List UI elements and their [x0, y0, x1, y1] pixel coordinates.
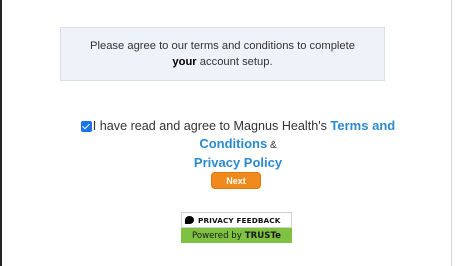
left-border — [0, 0, 2, 266]
powered-by-truste-bar: Powered by TRUSTe — [181, 228, 292, 243]
truste-brand: TRUSTe — [244, 230, 281, 241]
notice-emphasis: your — [172, 56, 197, 68]
privacy-feedback-bar: PRIVACY FEEDBACK — [181, 212, 292, 228]
privacy-policy-link[interactable]: Privacy Policy — [194, 155, 282, 170]
link-separator: & — [267, 140, 277, 151]
powered-by-label: Powered by — [191, 230, 242, 241]
agree-checkbox[interactable] — [80, 121, 92, 132]
privacy-feedback-label: PRIVACY FEEDBACK — [198, 215, 281, 225]
notice-suffix: account setup. — [196, 56, 273, 68]
agreement-row: I have read and agree to Magnus Health's… — [48, 117, 428, 172]
terms-notice-box: Please agree to our terms and conditions… — [60, 27, 385, 81]
right-border — [451, 0, 452, 266]
agreement-text: I have read and agree to Magnus Health's — [92, 119, 331, 133]
next-button[interactable]: Next — [211, 172, 261, 189]
speech-bubble-icon — [185, 216, 194, 224]
truste-privacy-badge[interactable]: PRIVACY FEEDBACK Powered by TRUSTe — [181, 212, 292, 243]
notice-prefix: Please agree to our terms and conditions… — [90, 40, 355, 52]
terms-notice-text: Please agree to our terms and conditions… — [85, 38, 360, 70]
